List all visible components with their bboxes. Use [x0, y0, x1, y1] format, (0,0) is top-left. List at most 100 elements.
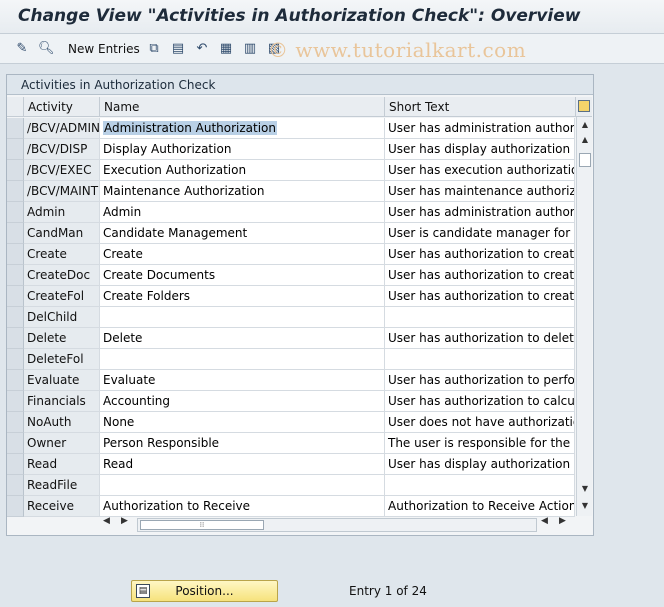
select-all-icon[interactable]: ▦: [218, 41, 234, 57]
scroll-right-first-icon[interactable]: ▶: [121, 516, 128, 534]
name-field[interactable]: Maintenance Authorization: [100, 181, 385, 202]
short-text-field[interactable]: User has administration authorizatio: [385, 118, 575, 139]
table-row[interactable]: NoAuth None User does not have authorizati…: [7, 412, 593, 433]
name-field[interactable]: Create: [100, 244, 385, 265]
table-row[interactable]: Admin Admin User has administration author…: [7, 202, 593, 223]
table-row[interactable]: Delete Delete User has authorization to de…: [7, 328, 593, 349]
name-field[interactable]: Execution Authorization: [100, 160, 385, 181]
short-text-field[interactable]: Authorization to Receive Action Mo: [385, 496, 575, 517]
column-header-short-text[interactable]: Short Text: [385, 97, 576, 117]
undo-change-icon[interactable]: ↶: [194, 41, 210, 57]
row-selector[interactable]: [7, 391, 24, 412]
table-row[interactable]: ReadFile: [7, 475, 593, 496]
short-text-field[interactable]: User has authorization to create fo: [385, 286, 575, 307]
row-selector[interactable]: [7, 433, 24, 454]
name-field[interactable]: Create Folders: [100, 286, 385, 307]
position-button[interactable]: ▤ Position...: [131, 580, 278, 602]
page-down-icon[interactable]: ▼: [580, 484, 590, 494]
row-selector[interactable]: [7, 118, 24, 139]
short-text-field[interactable]: [385, 475, 575, 496]
row-selector[interactable]: [7, 496, 24, 517]
name-field[interactable]: Candidate Management: [100, 223, 385, 244]
scroll-down-icon[interactable]: ▼: [580, 501, 590, 511]
short-text-field[interactable]: User has authorization to calculate: [385, 391, 575, 412]
name-field[interactable]: Admin: [100, 202, 385, 223]
table-row[interactable]: /BCV/MAINT Maintenance Authorization User …: [7, 181, 593, 202]
edit-toggle-icon[interactable]: ✎: [14, 41, 30, 57]
short-text-field[interactable]: User has authorization to perform: [385, 370, 575, 391]
short-text-field[interactable]: User has administration authorizatio: [385, 202, 575, 223]
name-field[interactable]: Delete: [100, 328, 385, 349]
short-text-field[interactable]: User has display authorization: [385, 454, 575, 475]
row-selector[interactable]: [7, 475, 24, 496]
row-selector[interactable]: [7, 244, 24, 265]
row-selector[interactable]: [7, 286, 24, 307]
name-field[interactable]: Create Documents: [100, 265, 385, 286]
page-up-icon[interactable]: ▲: [580, 135, 590, 145]
row-selector[interactable]: [7, 349, 24, 370]
details-icon[interactable]: 🔍︎: [38, 41, 55, 57]
short-text-field[interactable]: User has authorization to delete ol: [385, 328, 575, 349]
name-field[interactable]: None: [100, 412, 385, 433]
short-text-field[interactable]: User has authorization to create do: [385, 265, 575, 286]
table-row[interactable]: CreateFol Create Folders User has authoriz…: [7, 286, 593, 307]
horizontal-scroll-thumb[interactable]: ⁞⁞: [140, 520, 264, 530]
table-row[interactable]: Financials Accounting User has authorizati…: [7, 391, 593, 412]
column-header-activity[interactable]: Activity: [24, 97, 100, 117]
row-selector[interactable]: [7, 181, 24, 202]
table-row[interactable]: DeleteFol: [7, 349, 593, 370]
table-row[interactable]: Read Read User has display authorization: [7, 454, 593, 475]
scroll-left-first-icon[interactable]: ◀: [103, 516, 110, 534]
vertical-scrollbar[interactable]: ▲ ▲ ▼ ▼: [576, 117, 592, 516]
table-row[interactable]: /BCV/DISP Display Authorization User has d…: [7, 139, 593, 160]
scroll-left-second-icon[interactable]: ◀: [541, 516, 548, 534]
short-text-field[interactable]: User has execution authorization fo: [385, 160, 575, 181]
short-text-field[interactable]: User has display authorization for t: [385, 139, 575, 160]
short-text-field[interactable]: [385, 349, 575, 370]
name-field[interactable]: Display Authorization: [100, 139, 385, 160]
name-field[interactable]: Accounting: [100, 391, 385, 412]
short-text-field[interactable]: The user is responsible for the obj: [385, 433, 575, 454]
name-field[interactable]: [100, 475, 385, 496]
table-row[interactable]: DelChild: [7, 307, 593, 328]
name-field[interactable]: Administration Authorization: [100, 118, 385, 139]
row-selector[interactable]: [7, 454, 24, 475]
row-selector[interactable]: [7, 370, 24, 391]
row-selector[interactable]: [7, 307, 24, 328]
new-entries-button[interactable]: New Entries: [68, 42, 140, 56]
table-row[interactable]: CandMan Candidate Management User is candi…: [7, 223, 593, 244]
table-settings-button[interactable]: [576, 97, 592, 117]
scroll-up-icon[interactable]: ▲: [580, 120, 590, 130]
row-selector[interactable]: [7, 139, 24, 160]
short-text-field[interactable]: User has authorization to create an: [385, 244, 575, 265]
row-selector[interactable]: [7, 265, 24, 286]
name-field[interactable]: Person Responsible: [100, 433, 385, 454]
table-row[interactable]: Evaluate Evaluate User has authorization t…: [7, 370, 593, 391]
row-selector[interactable]: [7, 328, 24, 349]
horizontal-scrollbar[interactable]: ⁞⁞: [137, 518, 537, 532]
name-field[interactable]: Authorization to Receive: [100, 496, 385, 517]
table-row[interactable]: Create Create User has authorization to cr…: [7, 244, 593, 265]
table-row[interactable]: /BCV/ADMIN Administration Authorization Us…: [7, 118, 593, 139]
row-selector[interactable]: [7, 223, 24, 244]
short-text-field[interactable]: User does not have authorization: [385, 412, 575, 433]
select-all-rows-button[interactable]: [7, 97, 24, 117]
short-text-field[interactable]: [385, 307, 575, 328]
table-row[interactable]: /BCV/EXEC Execution Authorization User has…: [7, 160, 593, 181]
name-field[interactable]: Evaluate: [100, 370, 385, 391]
column-header-name[interactable]: Name: [100, 97, 385, 117]
scroll-right-second-icon[interactable]: ▶: [559, 516, 566, 534]
table-row[interactable]: CreateDoc Create Documents User has author…: [7, 265, 593, 286]
row-selector[interactable]: [7, 160, 24, 181]
copy-as-icon[interactable]: ⧉: [146, 41, 162, 57]
name-field[interactable]: [100, 349, 385, 370]
name-field[interactable]: Read: [100, 454, 385, 475]
short-text-field[interactable]: User is candidate manager for roles: [385, 223, 575, 244]
row-selector[interactable]: [7, 412, 24, 433]
table-row[interactable]: Receive Authorization to Receive Authoriza…: [7, 496, 593, 517]
table-row[interactable]: Owner Person Responsible The user is respo…: [7, 433, 593, 454]
delete-icon[interactable]: ▤: [170, 41, 186, 57]
select-block-icon[interactable]: ▥: [242, 41, 258, 57]
name-field[interactable]: [100, 307, 385, 328]
short-text-field[interactable]: User has maintenance authorizatio: [385, 181, 575, 202]
